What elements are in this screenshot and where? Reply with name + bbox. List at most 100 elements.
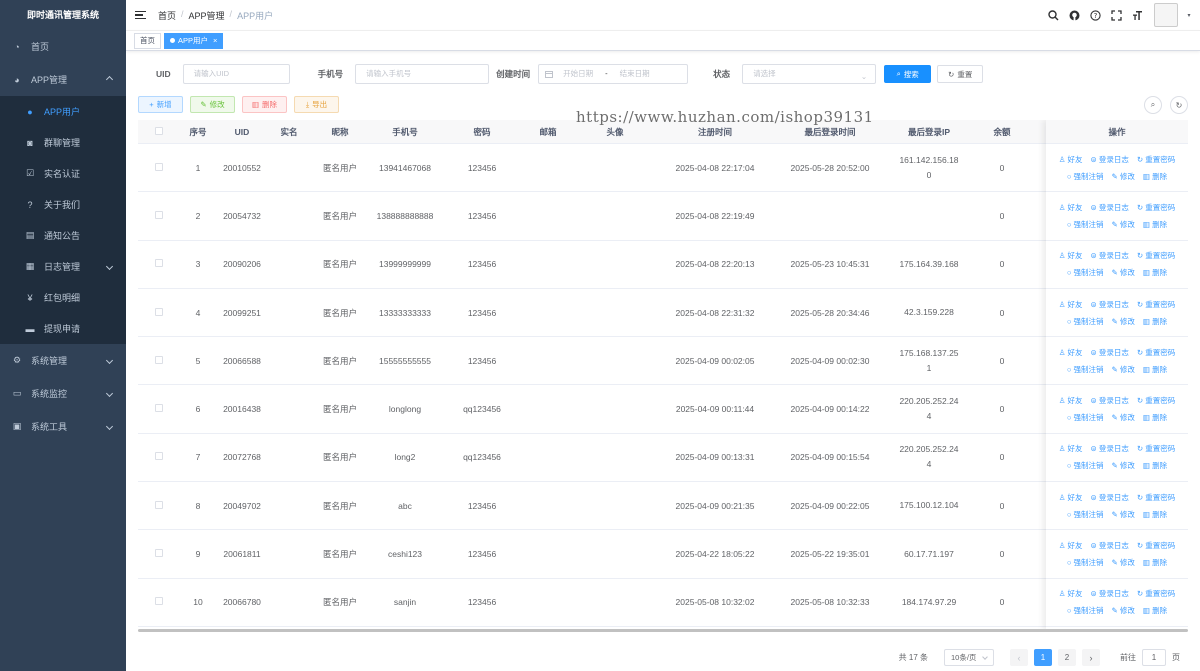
login-log-link[interactable]: ⊜ 登录日志 xyxy=(1091,299,1129,310)
column-header[interactable]: 最后登录IP xyxy=(888,126,970,138)
column-header[interactable]: 邮箱 xyxy=(524,126,572,138)
delete-link[interactable]: ▥ 删除 xyxy=(1143,557,1167,568)
column-header[interactable]: UID xyxy=(216,127,268,137)
edit-link[interactable]: ✎ 修改 xyxy=(1112,557,1135,568)
edit-link[interactable]: ✎ 修改 xyxy=(1112,412,1135,423)
delete-link[interactable]: ▥ 删除 xyxy=(1143,605,1167,616)
force-cancel-link[interactable]: ○ 强制注销 xyxy=(1067,219,1104,230)
row-checkbox[interactable] xyxy=(138,404,180,414)
row-checkbox[interactable] xyxy=(138,355,180,366)
horizontal-scrollbar[interactable] xyxy=(138,629,1188,632)
column-header[interactable]: 注册时间 xyxy=(658,126,772,138)
search-icon[interactable] xyxy=(1047,9,1060,22)
close-icon[interactable]: × xyxy=(213,36,217,45)
reset-pwd-link[interactable]: ↻ 重置密码 xyxy=(1137,154,1175,165)
table-row[interactable]: 10 20066780 匿名用户 sanjin 123456 2025-05-08 10:… xyxy=(138,579,1188,627)
column-header[interactable]: 序号 xyxy=(180,126,216,138)
column-header[interactable]: 余额 xyxy=(970,126,1034,138)
font-size-icon[interactable] xyxy=(1131,9,1144,22)
friend-link[interactable]: ♙ 好友 xyxy=(1059,202,1083,213)
table-row[interactable]: 5 20066588 匿名用户 15555555555 123456 2025-04-09… xyxy=(138,337,1188,386)
delete-button[interactable]: ▥ 删除 xyxy=(242,96,287,113)
force-cancel-link[interactable]: ○ 强制注销 xyxy=(1067,267,1104,278)
force-cancel-link[interactable]: ○ 强制注销 xyxy=(1067,509,1104,520)
edit-link[interactable]: ✎ 修改 xyxy=(1112,171,1135,182)
reset-pwd-link[interactable]: ↻ 重置密码 xyxy=(1137,202,1175,213)
friend-link[interactable]: ♙ 好友 xyxy=(1059,443,1083,454)
row-checkbox[interactable] xyxy=(138,500,180,511)
force-cancel-link[interactable]: ○ 强制注销 xyxy=(1067,412,1104,423)
reset-pwd-link[interactable]: ↻ 重置密码 xyxy=(1137,347,1175,358)
reset-pwd-link[interactable]: ↻ 重置密码 xyxy=(1137,250,1175,261)
force-cancel-link[interactable]: ○ 强制注销 xyxy=(1067,460,1104,471)
uid-input[interactable]: 请输入UID xyxy=(182,64,290,84)
table-row[interactable]: 4 20099251 匿名用户 13333333333 123456 2025-04-08… xyxy=(138,289,1188,338)
page-1-button[interactable]: 1 xyxy=(1034,649,1052,666)
friend-link[interactable]: ♙ 好友 xyxy=(1059,347,1083,358)
sidebar-item-4[interactable]: ☑ 实名认证 xyxy=(0,158,126,189)
sidebar-item-5[interactable]: ? 关于我们 xyxy=(0,189,126,220)
edit-link[interactable]: ✎ 修改 xyxy=(1112,605,1135,616)
reset-pwd-link[interactable]: ↻ 重置密码 xyxy=(1137,443,1175,454)
sidebar-item-11[interactable]: ▭ 系统监控 xyxy=(0,377,126,410)
prev-page-button[interactable]: ‹ xyxy=(1010,649,1028,666)
breadcrumb-home[interactable]: 首页 xyxy=(158,9,176,22)
sidebar-item-8[interactable]: ¥ 红包明细 xyxy=(0,282,126,313)
reset-pwd-link[interactable]: ↻ 重置密码 xyxy=(1137,395,1175,406)
column-header[interactable]: 头像 xyxy=(572,126,658,138)
friend-link[interactable]: ♙ 好友 xyxy=(1059,299,1083,310)
sidebar-item-2[interactable]: ● APP用户 xyxy=(0,96,126,127)
table-row[interactable]: 9 20061811 匿名用户 ceshi123 123456 2025-04-22 18… xyxy=(138,530,1188,579)
delete-link[interactable]: ▥ 删除 xyxy=(1143,267,1167,278)
date-range-picker[interactable]: 开始日期 - 结束日期 xyxy=(538,64,689,84)
add-button[interactable]: + 新增 xyxy=(138,96,183,113)
row-checkbox[interactable] xyxy=(138,307,180,318)
force-cancel-link[interactable]: ○ 强制注销 xyxy=(1067,557,1104,568)
login-log-link[interactable]: ⊜ 登录日志 xyxy=(1091,347,1129,358)
delete-link[interactable]: ▥ 删除 xyxy=(1143,316,1167,327)
select-all-checkbox[interactable] xyxy=(138,126,180,137)
login-log-link[interactable]: ⊜ 登录日志 xyxy=(1091,443,1129,454)
force-cancel-link[interactable]: ○ 强制注销 xyxy=(1067,605,1104,616)
login-log-link[interactable]: ⊜ 登录日志 xyxy=(1091,492,1129,503)
row-checkbox[interactable] xyxy=(138,452,180,462)
delete-link[interactable]: ▥ 删除 xyxy=(1143,460,1167,471)
sidebar-item-1[interactable]: ◕ APP管理 xyxy=(0,63,126,96)
column-header[interactable]: 昵称 xyxy=(310,126,370,138)
table-row[interactable]: 1 20010552 匿名用户 13941467068 123456 2025-04-08… xyxy=(138,144,1188,193)
sidebar-item-6[interactable]: ▤ 通知公告 xyxy=(0,220,126,251)
caret-down-icon[interactable]: ▾ xyxy=(1186,9,1192,22)
start-date-input[interactable]: 开始日期 xyxy=(563,65,593,83)
refresh-icon[interactable]: ↻ xyxy=(1170,96,1188,114)
export-button[interactable]: ⤓ 导出 xyxy=(294,96,339,113)
edit-link[interactable]: ✎ 修改 xyxy=(1112,316,1135,327)
sidebar-item-10[interactable]: ⚙ 系统管理 xyxy=(0,344,126,377)
table-row[interactable]: 6 20016438 匿名用户 longlong qq123456 2025-04-09 … xyxy=(138,385,1188,434)
column-header[interactable]: 实名 xyxy=(268,126,310,138)
column-header[interactable]: 最后登录时间 xyxy=(772,126,888,138)
column-header[interactable]: 手机号 xyxy=(370,126,440,138)
row-checkbox[interactable] xyxy=(138,162,180,173)
table-row[interactable]: 7 20072768 匿名用户 long2 qq123456 2025-04-09 00:… xyxy=(138,434,1188,483)
phone-input[interactable]: 请输入手机号 xyxy=(355,64,490,84)
login-log-link[interactable]: ⊜ 登录日志 xyxy=(1091,154,1129,165)
table-row[interactable]: 3 20090206 匿名用户 13999999999 123456 2025-04-08… xyxy=(138,241,1188,289)
edit-link[interactable]: ✎ 修改 xyxy=(1112,219,1135,230)
tag-home[interactable]: 首页 xyxy=(134,32,161,49)
friend-link[interactable]: ♙ 好友 xyxy=(1059,250,1083,261)
friend-link[interactable]: ♙ 好友 xyxy=(1059,154,1083,165)
reset-button[interactable]: ↻ 重置 xyxy=(937,65,984,83)
question-icon[interactable]: ? xyxy=(1089,9,1102,22)
friend-link[interactable]: ♙ 好友 xyxy=(1059,588,1083,599)
toggle-search-icon[interactable]: ⌕ xyxy=(1144,96,1162,114)
force-cancel-link[interactable]: ○ 强制注销 xyxy=(1067,316,1104,327)
page-size-select[interactable]: 10条/页 xyxy=(944,649,994,666)
sidebar-item-12[interactable]: ▣ 系统工具 xyxy=(0,410,126,443)
search-button[interactable]: ⌕ 搜索 xyxy=(884,65,932,83)
github-icon[interactable] xyxy=(1068,9,1081,22)
sidebar-item-3[interactable]: ◙ 群聊管理 xyxy=(0,127,126,158)
edit-link[interactable]: ✎ 修改 xyxy=(1112,509,1135,520)
edit-button[interactable]: ✎ 修改 xyxy=(190,96,235,113)
row-checkbox[interactable] xyxy=(138,597,180,607)
column-header[interactable]: 密码 xyxy=(440,126,524,138)
